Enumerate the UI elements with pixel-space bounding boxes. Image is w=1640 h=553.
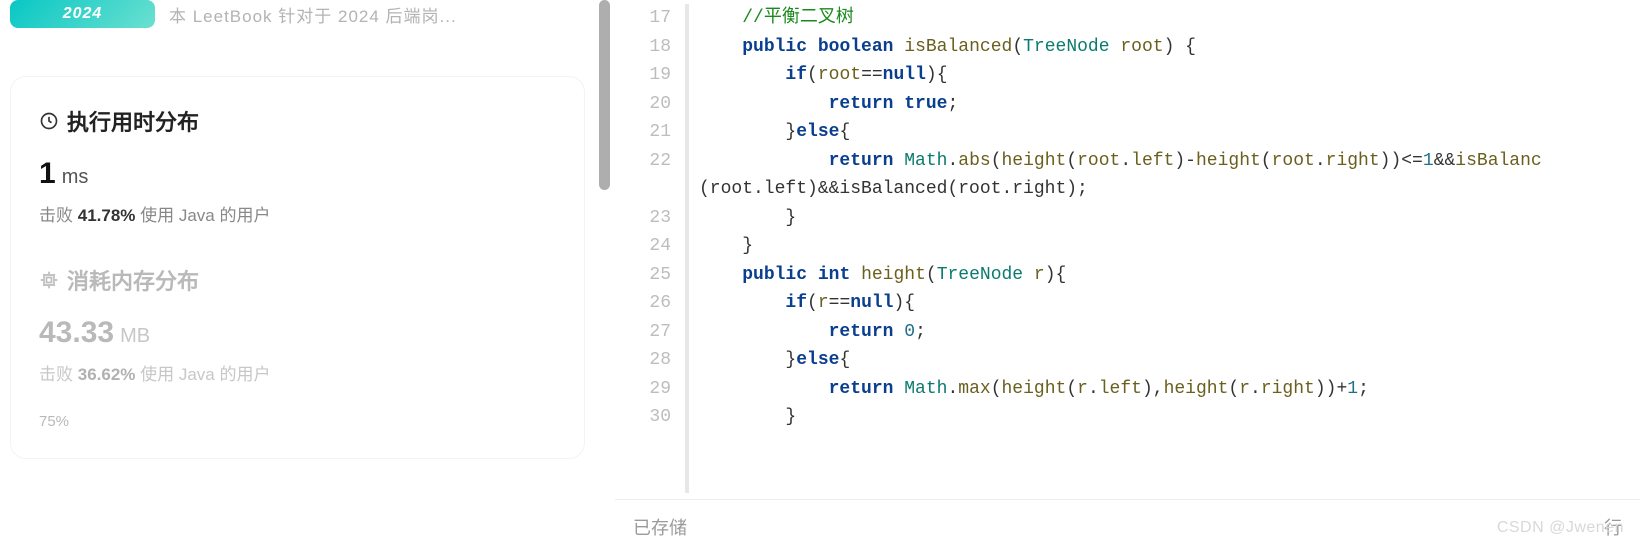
scrollbar-thumb[interactable] xyxy=(599,0,610,190)
runtime-value: 1 xyxy=(39,157,56,191)
chip-icon xyxy=(39,270,59,290)
memory-beat-suffix: 使用 Java 的用户 xyxy=(135,365,270,384)
status-saved: 已存储 xyxy=(633,514,687,540)
memory-unit: MB xyxy=(120,325,150,348)
code-panel: 171819202122 2324252627282930 //平衡二叉树 pu… xyxy=(615,0,1640,553)
memory-beat-prefix: 击败 xyxy=(39,365,78,384)
results-sidebar: 2024 本 LeetBook 针对于 2024 后端岗... 执行用时分布 1… xyxy=(0,0,595,553)
memory-beat: 击败 36.62% 使用 Java 的用户 xyxy=(39,360,556,385)
gutter-bar xyxy=(685,4,689,493)
runtime-beat-pct: 41.78% xyxy=(78,206,136,225)
code-wrap-line: (root.left)&&isBalanced(root.right); xyxy=(699,179,1088,199)
runtime-section: 执行用时分布 1 ms 击败 41.78% 使用 Java 的用户 xyxy=(39,105,556,226)
memory-value-row: 43.33 MB xyxy=(39,316,556,350)
promo-title: 本 LeetBook 针对于 2024 后端岗... xyxy=(169,2,457,27)
promo-badge-2024: 2024 xyxy=(10,0,155,28)
code-comment: //平衡二叉树 xyxy=(742,8,854,28)
memory-section: 消耗内存分布 43.33 MB 击败 36.62% 使用 Java 的用户 75… xyxy=(39,264,556,430)
clock-icon xyxy=(39,111,59,131)
promo-card[interactable]: 2024 本 LeetBook 针对于 2024 后端岗... xyxy=(10,0,585,40)
runtime-beat-prefix: 击败 xyxy=(39,206,78,225)
watermark: CSDN @Jwenen xyxy=(1497,519,1624,537)
stats-card: 执行用时分布 1 ms 击败 41.78% 使用 Java 的用户 消耗内存分布… xyxy=(10,76,585,459)
runtime-title: 执行用时分布 xyxy=(67,105,199,137)
chart-tick-75: 75% xyxy=(39,413,556,430)
runtime-beat-suffix: 使用 Java 的用户 xyxy=(135,206,270,225)
memory-beat-pct: 36.62% xyxy=(78,365,136,384)
code-editor[interactable]: 171819202122 2324252627282930 //平衡二叉树 pu… xyxy=(615,0,1640,493)
runtime-beat: 击败 41.78% 使用 Java 的用户 xyxy=(39,201,556,226)
memory-header: 消耗内存分布 xyxy=(39,264,556,296)
memory-value: 43.33 xyxy=(39,316,114,350)
runtime-header: 执行用时分布 xyxy=(39,105,556,137)
status-bar: 已存储 行 xyxy=(615,499,1640,553)
memory-title: 消耗内存分布 xyxy=(67,264,199,296)
runtime-value-row: 1 ms xyxy=(39,157,556,191)
line-gutter: 171819202122 2324252627282930 xyxy=(615,4,685,493)
runtime-unit: ms xyxy=(62,166,89,189)
panel-splitter[interactable] xyxy=(595,0,615,553)
code-text[interactable]: //平衡二叉树 public boolean isBalanced(TreeNo… xyxy=(699,4,1542,493)
